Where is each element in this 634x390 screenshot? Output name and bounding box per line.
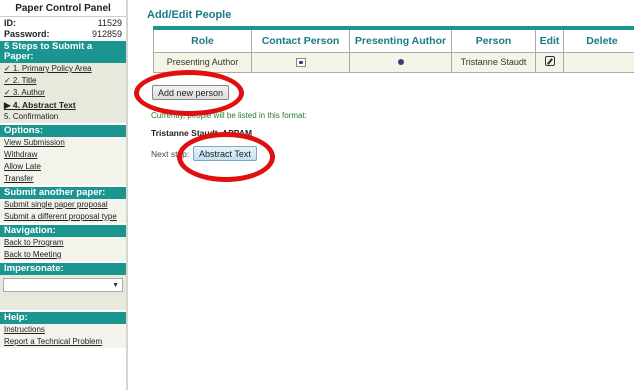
transfer-link[interactable]: Transfer bbox=[0, 173, 126, 185]
help-header: Help: bbox=[0, 312, 126, 324]
id-row: ID: 11529 bbox=[0, 17, 126, 28]
navigation-header: Navigation: bbox=[0, 225, 126, 237]
col-edit: Edit bbox=[535, 27, 564, 53]
submit-single-paper-link[interactable]: Submit single paper proposal bbox=[0, 199, 126, 211]
submit-different-type-link[interactable]: Submit a different proposal type bbox=[0, 211, 126, 223]
people-table: Role Contact Person Presenting Author Pe… bbox=[153, 26, 634, 73]
impersonate-header: Impersonate: bbox=[0, 263, 126, 275]
col-person: Person bbox=[451, 27, 536, 53]
cell-contact-person bbox=[251, 51, 350, 73]
cell-person: Tristanne Staudt bbox=[451, 51, 536, 73]
step-primary-policy-area-link[interactable]: ✓ 1. Primary Policy Area bbox=[0, 63, 126, 75]
table-header-row: Role Contact Person Presenting Author Pe… bbox=[153, 27, 634, 53]
abstract-text-button[interactable]: Abstract Text bbox=[193, 146, 257, 161]
contact-person-checkbox[interactable] bbox=[295, 57, 306, 67]
next-step-label: Next step: bbox=[151, 149, 190, 159]
withdraw-link[interactable]: Withdraw bbox=[0, 149, 126, 161]
main-content: Add/Edit People Role Contact Person Pres… bbox=[134, 0, 634, 390]
table-row: Presenting Author Tristanne Staudt bbox=[153, 51, 634, 73]
col-role: Role bbox=[153, 27, 252, 53]
sidebar-spacer bbox=[0, 296, 126, 310]
report-problem-link[interactable]: Report a Technical Problem bbox=[0, 336, 126, 348]
format-note: Currently, people will be listed in this… bbox=[151, 111, 307, 120]
cell-presenting-author bbox=[349, 51, 452, 73]
page-title: Add/Edit People bbox=[147, 9, 232, 21]
options-header: Options: bbox=[0, 125, 126, 137]
format-example: Tristanne Staudt, APPAM bbox=[151, 128, 253, 138]
password-label: Password: bbox=[4, 29, 50, 39]
impersonate-select[interactable]: ▼ bbox=[3, 278, 123, 292]
col-delete: Delete bbox=[563, 27, 634, 53]
id-value: 11529 bbox=[97, 18, 122, 28]
allow-late-link[interactable]: Allow Late bbox=[0, 161, 126, 173]
step-abstract-text-link[interactable]: ▶ 4. Abstract Text bbox=[0, 99, 126, 111]
col-contact-person: Contact Person bbox=[251, 27, 350, 53]
password-value: 912859 bbox=[91, 29, 122, 39]
paper-control-panel: Paper Control Panel ID: 11529 Password: … bbox=[0, 0, 128, 390]
instructions-link[interactable]: Instructions bbox=[0, 324, 126, 336]
edit-icon[interactable] bbox=[544, 56, 555, 66]
back-to-program-link[interactable]: Back to Program bbox=[0, 237, 126, 249]
submit-another-header: Submit another paper: bbox=[0, 187, 126, 199]
add-new-person-button[interactable]: Add new person bbox=[152, 85, 230, 100]
chevron-down-icon: ▼ bbox=[112, 282, 119, 289]
cell-delete bbox=[563, 51, 634, 73]
step-confirmation: 5. Confirmation bbox=[0, 111, 126, 123]
cell-edit bbox=[535, 51, 564, 73]
id-label: ID: bbox=[4, 18, 16, 28]
back-to-meeting-link[interactable]: Back to Meeting bbox=[0, 249, 126, 261]
step-author-link[interactable]: ✓ 3. Author bbox=[0, 87, 126, 99]
step-title-link[interactable]: ✓ 2. Title bbox=[0, 75, 126, 87]
impersonate-box: ▼ bbox=[0, 275, 126, 296]
view-submission-link[interactable]: View Submission bbox=[0, 137, 126, 149]
cell-role: Presenting Author bbox=[153, 51, 252, 73]
steps-header: 5 Steps to Submit a Paper: bbox=[0, 41, 126, 63]
password-row: Password: 912859 bbox=[0, 28, 126, 39]
panel-title: Paper Control Panel bbox=[0, 0, 126, 17]
col-presenting-author: Presenting Author bbox=[349, 27, 452, 53]
presenting-author-radio[interactable] bbox=[397, 59, 404, 65]
